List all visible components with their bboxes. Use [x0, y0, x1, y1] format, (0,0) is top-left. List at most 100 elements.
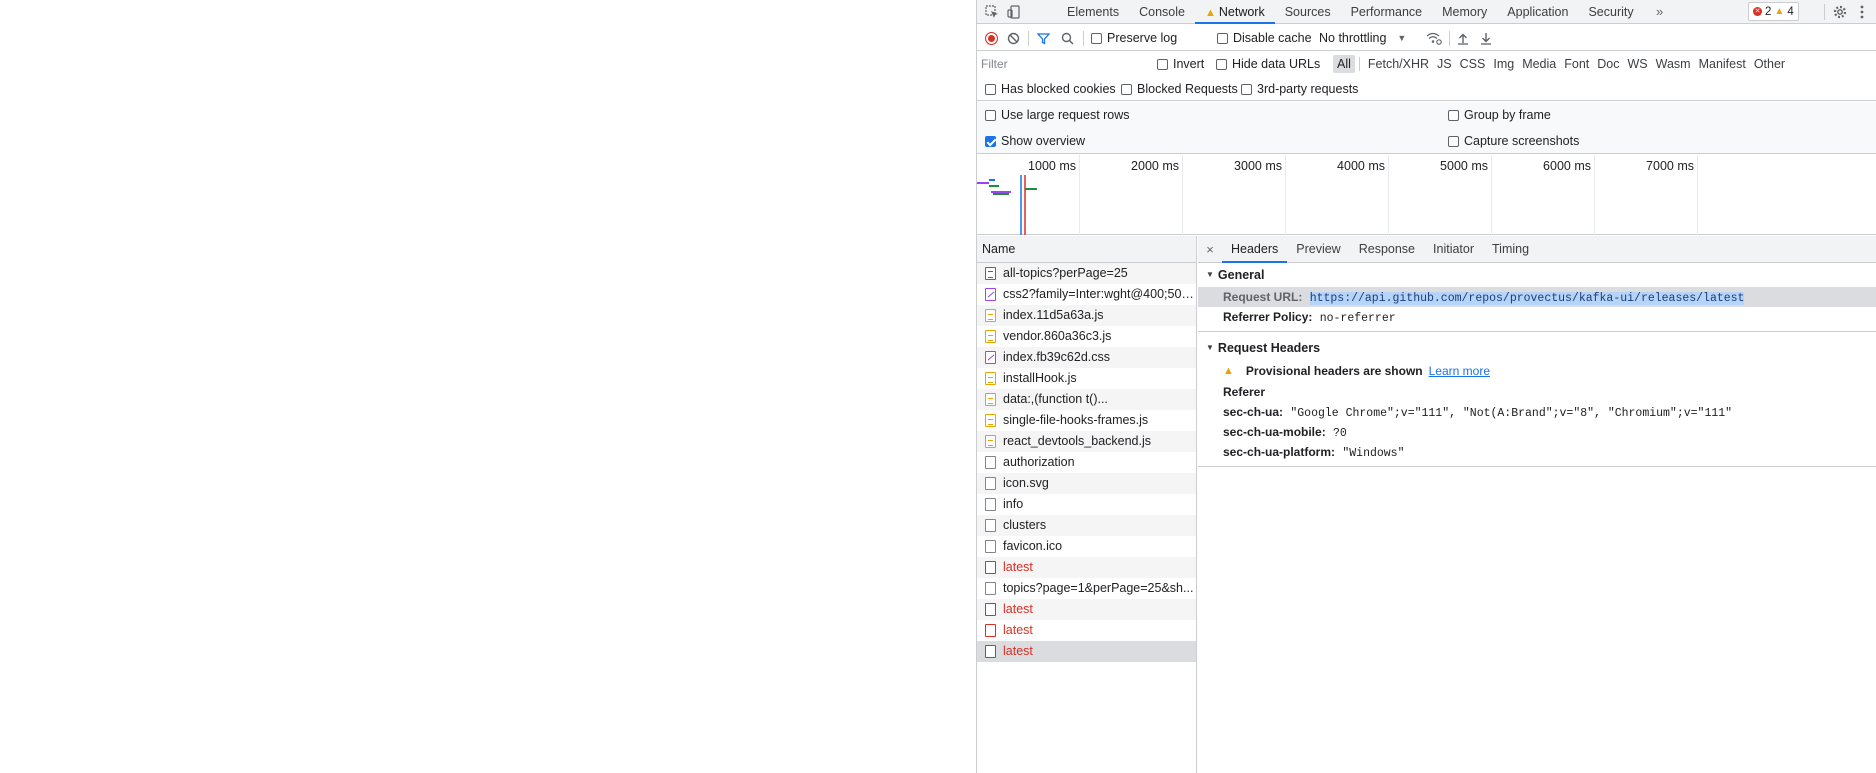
table-row[interactable]: info — [977, 494, 1196, 515]
details-tab-headers[interactable]: Headers — [1222, 236, 1288, 263]
table-row[interactable]: latest — [977, 641, 1196, 662]
type-filter-css[interactable]: CSS — [1456, 55, 1490, 73]
type-filter-doc[interactable]: Doc — [1593, 55, 1623, 73]
learn-more-link[interactable]: Learn more — [1429, 360, 1490, 382]
invert-box[interactable] — [1157, 58, 1168, 70]
table-row[interactable]: react_devtools_backend.js — [977, 431, 1196, 452]
type-filter-wasm[interactable]: Wasm — [1652, 55, 1695, 73]
tab-security[interactable]: Security — [1578, 0, 1643, 24]
overview-bar — [977, 182, 989, 184]
hide-data-urls-checkbox[interactable]: Hide data URLs — [1216, 52, 1320, 76]
device-toolbar-icon[interactable] — [1005, 3, 1023, 21]
request-url-value[interactable]: https://api.github.com/repos/provectus/k… — [1309, 292, 1745, 305]
large-rows-checkbox[interactable]: Use large request rows — [985, 103, 1130, 127]
import-har-button[interactable] — [1457, 25, 1469, 51]
table-row[interactable]: single-file-hooks-frames.js — [977, 410, 1196, 431]
close-icon[interactable]: × — [1198, 242, 1222, 257]
invert-checkbox[interactable]: Invert — [1157, 52, 1204, 76]
details-tab-timing[interactable]: Timing — [1483, 236, 1538, 263]
triangle-down-icon: ▼ — [1206, 270, 1214, 279]
name-column-header[interactable]: Name — [977, 236, 1196, 263]
export-har-button[interactable] — [1480, 25, 1492, 51]
request-url-row[interactable]: Request URL: https://api.github.com/repo… — [1198, 287, 1876, 307]
inspect-element-icon[interactable] — [983, 3, 1001, 21]
hide-data-urls-box[interactable] — [1216, 58, 1227, 70]
search-button[interactable] — [1061, 25, 1074, 51]
toolbar-separator — [1083, 31, 1084, 46]
filter-toggle-button[interactable] — [1037, 25, 1050, 51]
table-row[interactable]: vendor.860a36c3.js — [977, 326, 1196, 347]
table-row[interactable]: index.11d5a63a.js — [977, 305, 1196, 326]
tab-console[interactable]: Console — [1129, 0, 1195, 24]
group-by-frame-checkbox[interactable]: Group by frame — [1448, 103, 1551, 127]
table-row[interactable]: favicon.ico — [977, 536, 1196, 557]
record-button[interactable] — [985, 25, 998, 51]
table-row[interactable]: latest — [977, 620, 1196, 641]
disable-cache-box[interactable] — [1217, 32, 1228, 44]
table-row[interactable]: latest — [977, 557, 1196, 578]
third-party-checkbox[interactable]: 3rd-party requests — [1241, 77, 1358, 101]
details-tab-initiator[interactable]: Initiator — [1424, 236, 1483, 263]
details-tab-preview[interactable]: Preview — [1287, 236, 1349, 263]
type-filter-all[interactable]: All — [1333, 55, 1355, 73]
disable-cache-checkbox[interactable]: Disable cache — [1217, 25, 1312, 51]
type-filter-img[interactable]: Img — [1489, 55, 1518, 73]
sec-ch-ua-value[interactable]: "Google Chrome";v="111", "Not(A:Brand";v… — [1290, 407, 1732, 420]
table-row[interactable]: index.fb39c62d.css — [977, 347, 1196, 368]
blocked-cookies-checkbox[interactable]: Has blocked cookies — [985, 77, 1116, 101]
blocked-requests-box[interactable] — [1121, 83, 1132, 95]
referrer-policy-value[interactable]: no-referrer — [1320, 312, 1396, 325]
general-section-toggle[interactable]: ▼ General — [1198, 263, 1876, 287]
blocked-requests-checkbox[interactable]: Blocked Requests — [1121, 77, 1238, 101]
tab-application[interactable]: Application — [1497, 0, 1578, 24]
tab-memory[interactable]: Memory — [1432, 0, 1497, 24]
table-row[interactable]: authorization — [977, 452, 1196, 473]
table-row[interactable]: data:,(function t()... — [977, 389, 1196, 410]
network-conditions-button[interactable] — [1426, 25, 1442, 51]
filter-input[interactable] — [981, 55, 1145, 73]
tab-sources[interactable]: Sources — [1275, 0, 1341, 24]
tab-performance[interactable]: Performance — [1341, 0, 1433, 24]
details-tab-response[interactable]: Response — [1350, 236, 1424, 263]
capture-screenshots-box[interactable] — [1448, 135, 1459, 147]
sec-ch-ua-platform-value[interactable]: "Windows" — [1342, 447, 1404, 460]
third-party-box[interactable] — [1241, 83, 1252, 95]
table-row[interactable]: all-topics?perPage=25 — [977, 263, 1196, 284]
blocked-cookies-box[interactable] — [985, 83, 996, 95]
table-row[interactable]: clusters — [977, 515, 1196, 536]
kebab-menu-icon[interactable] — [1853, 3, 1871, 21]
preserve-log-box[interactable] — [1091, 32, 1102, 44]
capture-screenshots-checkbox[interactable]: Capture screenshots — [1448, 129, 1579, 153]
table-row[interactable]: topics?page=1&perPage=25&sh... — [977, 578, 1196, 599]
show-overview-label: Show overview — [1001, 134, 1086, 148]
sec-ch-ua-mobile-value[interactable]: ?0 — [1333, 427, 1347, 440]
tab-network[interactable]: ▲ Network — [1194, 0, 1275, 24]
preserve-log-checkbox[interactable]: Preserve log — [1091, 25, 1177, 51]
type-filter-ws[interactable]: WS — [1623, 55, 1651, 73]
table-row[interactable]: css2?family=Inter:wght@400;500... — [977, 284, 1196, 305]
type-filter-media[interactable]: Media — [1518, 55, 1560, 73]
request-headers-section-toggle[interactable]: ▼ Request Headers — [1198, 336, 1876, 360]
more-tabs-icon[interactable]: » — [1656, 0, 1663, 24]
table-row[interactable]: installHook.js — [977, 368, 1196, 389]
download-icon — [1481, 32, 1491, 45]
request-name: icon.svg — [1003, 476, 1049, 490]
type-filter-manifest[interactable]: Manifest — [1695, 55, 1750, 73]
type-filter-other[interactable]: Other — [1750, 55, 1789, 73]
large-rows-box[interactable] — [985, 109, 996, 121]
show-overview-checkbox[interactable]: Show overview — [985, 129, 1085, 153]
gear-icon[interactable] — [1831, 3, 1849, 21]
group-by-frame-box[interactable] — [1448, 109, 1459, 121]
table-row[interactable]: icon.svg — [977, 473, 1196, 494]
table-row[interactable]: latest — [977, 599, 1196, 620]
clear-button[interactable] — [1007, 25, 1020, 51]
type-filter-js[interactable]: JS — [1433, 55, 1456, 73]
network-overview[interactable]: 7000 ms 6000 ms 5000 ms 4000 ms 3000 ms 2000 … — [977, 155, 1876, 235]
throttling-select[interactable]: No throttling ▼ — [1319, 25, 1406, 51]
type-filter-font[interactable]: Font — [1560, 55, 1593, 73]
show-overview-box[interactable] — [985, 135, 996, 147]
type-filter-fetch-xhr[interactable]: Fetch/XHR — [1364, 55, 1433, 73]
panel-tabs: Elements Console ▲ Network Sources Performanc… — [1057, 0, 1644, 24]
tab-elements[interactable]: Elements — [1057, 0, 1129, 24]
issues-badge[interactable]: ✕ 2 ▲ 4 — [1748, 2, 1799, 21]
